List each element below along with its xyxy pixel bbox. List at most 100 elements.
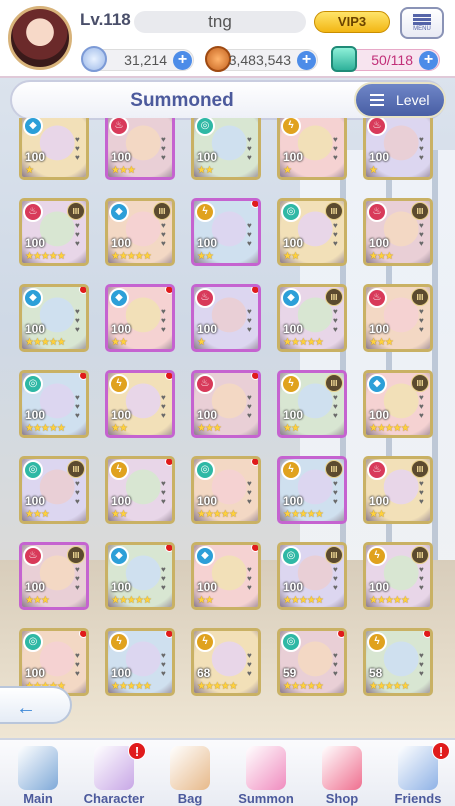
character-card[interactable]: ◆ III ♥ ♥ ♥ 100 ★★★★★ [277,284,347,352]
character-card[interactable]: ♨ ♥ ♥ ♥ 100 ★ [191,284,261,352]
nav-friends[interactable]: Friends! [380,740,455,806]
character-card[interactable]: ϟ ♥ ♥ ♥ 68 ★★★★★ [191,628,261,696]
card-stars: ★★★★★ [197,681,238,692]
back-arrow-icon: ← [16,697,36,719]
card-stars: ★★ [197,595,214,606]
character-card[interactable]: ◆ ♥ ♥ ♥ 100 ★ [19,118,89,180]
vip-badge[interactable]: VIP3 [314,11,390,33]
card-stars: ★★★★★ [283,681,324,692]
character-card[interactable]: ♨ ♥ ♥ ♥ 100 ★★★ [105,118,175,180]
rank-badge: III [67,460,85,478]
notification-dot [423,631,430,638]
card-level: 100 [369,408,390,422]
affection-hearts-icon: ♥ ♥ ♥ [161,479,166,506]
notification-dot [165,287,172,294]
nav-bag[interactable]: Bag [152,740,228,806]
light-element-icon: ϟ [109,460,129,480]
affection-hearts-icon: ♥ ♥ ♥ [333,479,338,506]
title-bar: Summoned Level [10,80,446,120]
nav-shop[interactable]: Shop [304,740,380,806]
character-card[interactable]: ♨ ♥ ♥ ♥ 100 ★★★ [191,370,261,438]
character-card[interactable]: ◎ ♥ ♥ ♥ 59 ★★★★★ [277,628,347,696]
nav-label: Friends [394,791,442,806]
character-card[interactable]: ♨ III ♥ ♥ ♥ 100 ★★★★★ [19,198,89,266]
rank-badge: III [325,202,343,220]
card-level: 59 [283,666,297,680]
character-card[interactable]: ϟ ♥ ♥ ♥ 58 ★★★★★ [363,628,433,696]
back-button[interactable]: ← [0,686,72,724]
sort-level-button[interactable]: Level [354,82,446,118]
character-card[interactable]: ◎ ♥ ♥ ♥ 100 ★★ [191,118,261,180]
rank-badge: III [411,374,429,392]
add-coins-button[interactable]: + [297,51,316,70]
card-stars: ★★ [197,165,214,176]
add-stars-button[interactable]: + [173,51,192,70]
character-card[interactable]: ◆ ♥ ♥ ♥ 100 ★★★★★ [105,542,175,610]
character-card[interactable]: ϟ ♥ ♥ ♥ 100 ★★ [191,198,261,266]
notification-dot [251,373,258,380]
menu-button[interactable]: MENU [400,7,444,39]
nav-label: Main [23,791,53,806]
character-card[interactable]: ◆ ♥ ♥ ♥ 100 ★★ [191,542,261,610]
wind-element-icon: ◎ [281,202,301,222]
character-card[interactable]: ϟ ♥ ♥ ♥ 100 ★★★★★ [105,628,175,696]
character-card[interactable]: ◎ ♥♥♥ 100★★★★★ [19,370,89,438]
fire-element-icon: ♨ [195,288,215,308]
wind-element-icon: ◎ [281,546,301,566]
affection-hearts-icon: ♥ ♥ ♥ [161,307,166,334]
nav-label: Summon [238,791,294,806]
nav-summon[interactable]: Summon [228,740,304,806]
character-card[interactable]: ◎ III ♥ ♥ ♥ 100 ★★ [277,198,347,266]
character-card[interactable]: ϟ III ♥ ♥ ♥ 100 ★★ [277,370,347,438]
stars-resource: 31,214 + [81,46,194,72]
card-level: 100 [369,494,390,508]
character-card[interactable]: ◎ III ♥ ♥ ♥ 100 ★★★ [19,456,89,524]
wind-element-icon: ◎ [23,460,43,480]
rank-badge: III [67,202,85,220]
character-card[interactable]: ϟ ♥ ♥ ♥ 100 ★★ [105,370,175,438]
affection-hearts-icon: ♥ ♥ ♥ [419,651,424,678]
affection-hearts-icon: ♥ ♥ ♥ [419,565,424,592]
character-card[interactable]: ϟ ♥ ♥ ♥ 100 ★ [277,118,347,180]
alert-badge: ! [128,742,146,760]
character-card[interactable]: ϟ III ♥ ♥ ♥ 100 ★★★★★ [363,542,433,610]
character-card[interactable]: ◆ III ♥ ♥ ♥ 100 ★★★★★ [105,198,175,266]
character-card[interactable]: ◆ ♥ ♥ ♥ 100 ★★ [105,284,175,352]
character-card[interactable]: ♨ III ♥ ♥ ♥ 100 ★★ [363,456,433,524]
affection-hearts-icon: ♥ ♥ ♥ [419,393,424,420]
card-stars: ★★★★★ [283,509,324,520]
card-stars: ★★★★★ [111,251,152,262]
character-grid: ◆ ♥ ♥ ♥ 100 ★ ♨ ♥ ♥ ♥ 100 ★★★ ◎ ♥ ♥ ♥ 100 ★★ ϟ ♥ ♥ ♥ 100 ★ ♨ ♥ ♥ ♥ 1… [0,118,455,738]
nav-main[interactable]: Main [0,740,76,806]
card-level: 100 [25,150,46,164]
notification-dot [251,201,258,208]
light-element-icon: ϟ [195,202,215,222]
character-card[interactable]: ϟ ♥ ♥ ♥ 100 ★★ [105,456,175,524]
character-card[interactable]: ϟ III ♥ ♥ ♥ 100 ★★★★★ [277,456,347,524]
affection-hearts-icon: ♥ ♥ ♥ [75,565,80,592]
affection-hearts-icon: ♥ ♥ ♥ [333,565,338,592]
notification-dot [251,287,258,294]
add-stamina-button[interactable]: + [419,51,438,70]
character-card[interactable]: ♨ ♥ ♥ ♥ 100 ★ [363,118,433,180]
list-sort-icon [370,94,384,106]
card-stars: ★ [283,165,292,176]
card-stars: ★ [25,165,34,176]
card-stars: ★ [369,165,378,176]
card-level: 58 [369,666,383,680]
light-element-icon: ϟ [367,632,387,652]
card-level: 100 [111,494,132,508]
character-card[interactable]: ◎ III ♥ ♥ ♥ 100 ★★★★★ [277,542,347,610]
character-card[interactable]: ♨ III ♥ ♥ ♥ 100 ★★★ [363,284,433,352]
character-card[interactable]: ♨ III ♥ ♥ ♥ 100 ★★★ [363,198,433,266]
card-level: 100 [197,322,218,336]
character-card[interactable]: ◆ III ♥ ♥ ♥ 100 ★★★★★ [363,370,433,438]
avatar[interactable] [8,6,72,70]
character-card[interactable]: ◆ ♥ ♥ ♥ 100 ★★★★★ [19,284,89,352]
card-stars: ★★★★★ [283,337,324,348]
nav-character[interactable]: Character! [76,740,152,806]
card-level: 100 [197,494,218,508]
affection-hearts-icon: ♥ ♥ ♥ [333,651,338,678]
character-card[interactable]: ◎ ♥♥♥ 100★★★★★ [191,456,261,524]
character-card[interactable]: ♨ III ♥ ♥ ♥ 100 ★★★ [19,542,89,610]
